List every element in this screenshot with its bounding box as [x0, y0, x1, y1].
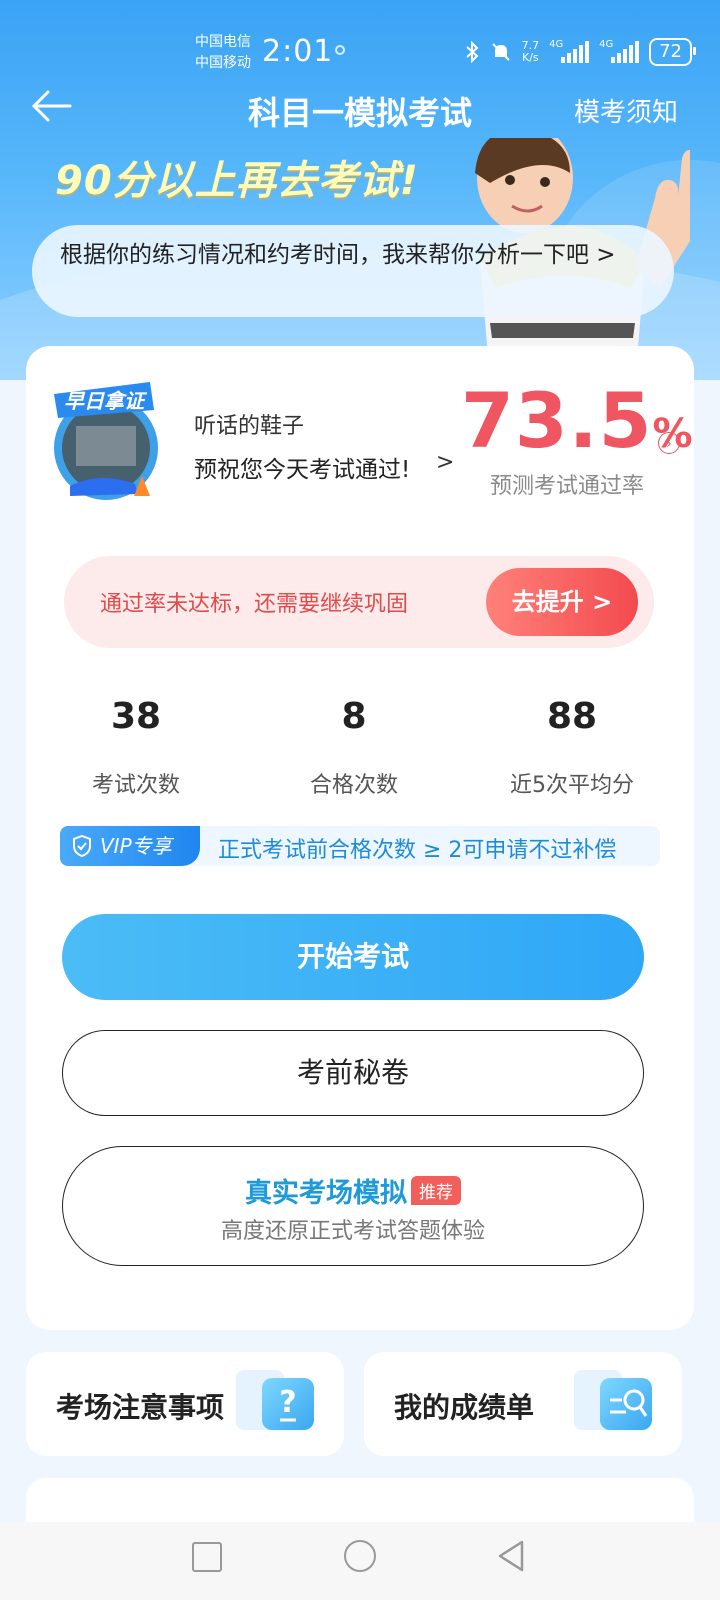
- signal-icon: 4G: [599, 39, 640, 63]
- vip-banner[interactable]: VIP专享 正式考试前合格次数 ≥ 2可申请不过补偿: [60, 826, 660, 866]
- real-exam-title-text: 真实考场模拟: [245, 1178, 407, 1209]
- back-triangle-icon[interactable]: [494, 1538, 528, 1574]
- exam-summary-card: 早日拿证 听话的鞋子 预祝您今天考试通过! > 73.5% › 预测考试通过率 …: [26, 346, 694, 1330]
- greeting-text[interactable]: 预祝您今天考试通过!: [194, 450, 410, 484]
- chevron-right-circle-icon[interactable]: ›: [658, 432, 680, 454]
- status-bar: 中国电信 中国移动 2:01 7.7 K/s 4G 4G 72: [0, 0, 720, 90]
- my-scores-card[interactable]: 我的成绩单: [364, 1352, 682, 1456]
- bluetooth-icon: [465, 41, 479, 63]
- system-nav-bar: [0, 1522, 720, 1600]
- status-icons: 7.7 K/s 4G 4G 72: [464, 38, 696, 66]
- improve-button[interactable]: 去提升 >: [486, 568, 638, 636]
- real-exam-simulation-button[interactable]: 真实考场模拟 推荐 高度还原正式考试答题体验: [62, 1146, 644, 1266]
- hero-slogan: 90分以上再去考试!: [55, 158, 419, 204]
- exam-notice-card[interactable]: 考场注意事项 ?: [26, 1352, 344, 1456]
- battery-indicator: 72: [649, 38, 696, 66]
- question-doc-icon: ?: [262, 1378, 314, 1430]
- pass-rate-value[interactable]: 73.5%: [461, 376, 693, 465]
- stat-value: 8: [341, 696, 367, 737]
- vip-tag-label: VIP专享: [100, 834, 172, 858]
- signal-2-label: 4G: [599, 39, 614, 50]
- stat-label: 考试次数: [91, 773, 180, 798]
- vip-text: 正式考试前合格次数 ≥ 2可申请不过补偿: [218, 838, 617, 863]
- stat-average-score: 88 近5次平均分: [462, 696, 682, 799]
- stat-value: 88: [546, 696, 598, 737]
- warning-banner: 通过率未达标，还需要继续巩固 去提升 >: [64, 556, 654, 648]
- pre-exam-paper-button[interactable]: 考前秘卷: [62, 1030, 644, 1116]
- stat-label: 近5次平均分: [510, 773, 634, 798]
- start-exam-button[interactable]: 开始考试: [62, 914, 644, 1000]
- pass-rate-label: 预测考试通过率: [490, 474, 645, 499]
- analysis-bubble[interactable]: 根据你的练习情况和约考时间，我来帮你分析一下吧 >: [32, 225, 674, 317]
- stat-pass-count: 8 合格次数: [244, 696, 464, 799]
- location-icon: [335, 45, 345, 55]
- net-speed-unit: K/s: [522, 51, 539, 64]
- user-name: 听话的鞋子: [194, 414, 305, 439]
- real-exam-title: 真实考场模拟 推荐: [63, 1171, 643, 1210]
- stat-value: 38: [110, 696, 162, 737]
- badge-avatar: 早日拿证: [54, 382, 158, 500]
- my-scores-label: 我的成绩单: [394, 1391, 535, 1424]
- svg-text:?: ?: [279, 1385, 296, 1420]
- carrier-2: 中国移动: [195, 55, 251, 71]
- vip-tag: VIP专享: [60, 826, 200, 866]
- home-icon[interactable]: [344, 1540, 376, 1572]
- exam-notes-link[interactable]: 模考须知: [574, 92, 678, 129]
- signal-icon: 4G: [549, 39, 590, 63]
- clock: 2:01: [262, 34, 334, 69]
- warning-text: 通过率未达标，还需要继续巩固: [100, 592, 409, 617]
- score-search-icon: [600, 1378, 652, 1430]
- recent-apps-icon[interactable]: [192, 1542, 222, 1572]
- stat-exam-count: 38 考试次数: [26, 696, 246, 799]
- badge-label: 早日拿证: [64, 389, 148, 413]
- carrier-1: 中国电信: [195, 34, 251, 50]
- real-exam-subtitle: 高度还原正式考试答题体验: [220, 1219, 485, 1244]
- exam-notice-label: 考场注意事项: [56, 1391, 225, 1424]
- stat-label: 合格次数: [309, 773, 398, 798]
- mute-bell-icon: [491, 43, 510, 61]
- greeting-chevron-icon[interactable]: >: [436, 450, 454, 475]
- network-speed: 7.7 K/s: [522, 40, 540, 64]
- signal-1-label: 4G: [549, 39, 564, 50]
- pass-rate-number: 73.5: [461, 376, 653, 465]
- recommend-badge: 推荐: [411, 1176, 461, 1205]
- stats-row: 38 考试次数 8 合格次数 88 近5次平均分: [26, 696, 694, 816]
- carrier-labels: 中国电信 中国移动: [195, 32, 251, 74]
- shield-check-icon: [73, 835, 91, 857]
